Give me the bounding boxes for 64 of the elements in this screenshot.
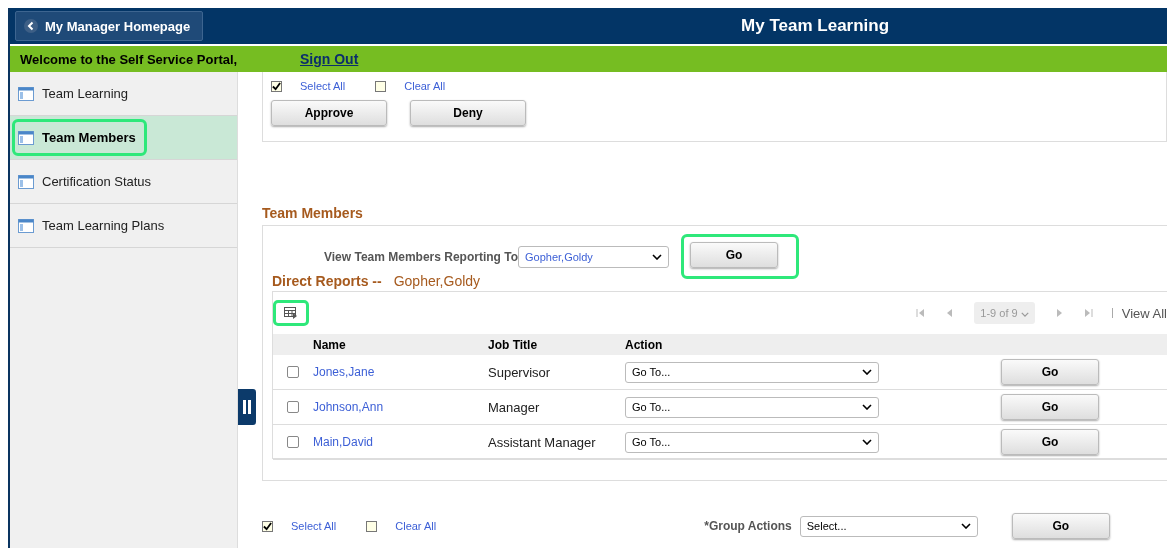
job-title-cell-text: Supervisor [488, 364, 552, 380]
sidebar-label: Team Learning Plans [42, 218, 165, 233]
back-button[interactable]: My Manager Homepage [15, 11, 204, 41]
select-all-link[interactable]: Select All [291, 520, 337, 532]
clear-all-link[interactable]: Clear All [395, 520, 437, 532]
welcome-text: Welcome to the Self Service Portal, [19, 51, 239, 67]
manager-name: Gopher,Goldy [393, 273, 481, 289]
sidebar-item[interactable]: Team Members [10, 116, 237, 160]
sidebar-label: Team Members [42, 130, 136, 145]
page-icon [18, 174, 34, 189]
go-button[interactable]: Go [1001, 429, 1099, 455]
caret-icon [1020, 312, 1029, 317]
go-button[interactable]: Go [1011, 513, 1110, 539]
group-actions-dropdown[interactable]: Select... [799, 515, 978, 537]
checkbox-icon[interactable] [271, 80, 282, 92]
last-page-icon[interactable] [1082, 308, 1093, 318]
go-button[interactable]: Go [1001, 359, 1099, 385]
caret-icon [862, 404, 872, 410]
collapse-handle[interactable] [238, 389, 256, 425]
page-icon [18, 218, 34, 233]
view-all-link[interactable]: View All [1121, 305, 1167, 321]
chevron-left-icon [24, 19, 38, 33]
column-header: Action [625, 337, 664, 352]
employee-name-link[interactable]: Jones,Jane [313, 365, 488, 379]
sidebar-label: Certification Status [42, 174, 152, 189]
page-icon [18, 130, 34, 145]
deny-button[interactable]: Deny [410, 100, 526, 126]
select-all-link[interactable]: Select All [300, 80, 346, 92]
column-header: Name [313, 337, 347, 352]
employee-name-link[interactable]: Main,David [313, 435, 488, 449]
sidebar-item[interactable]: Certification Status [10, 160, 237, 204]
job-title-cell-text: Manager [488, 399, 541, 415]
checkbox-icon[interactable] [366, 520, 378, 532]
row-checkbox[interactable] [287, 366, 299, 378]
sidebar-label: Team Learning [42, 86, 128, 101]
caret-icon [862, 439, 872, 445]
checkbox-icon[interactable] [262, 520, 273, 532]
action-dropdown[interactable]: Go To... [625, 396, 879, 418]
reporting-to-label: View Team Members Reporting To [324, 249, 518, 264]
action-dropdown[interactable]: Go To... [625, 361, 879, 383]
group-actions-label: *Group Actions [704, 519, 792, 533]
row-checkbox[interactable] [287, 401, 299, 413]
grid-icon[interactable] [284, 307, 298, 319]
caret-icon [960, 523, 971, 529]
page-icon [18, 86, 34, 101]
reporting-to-dropdown[interactable]: Gopher,Goldy [518, 245, 669, 268]
job-title-cell-text: Assistant Manager [488, 434, 597, 450]
checkbox-icon[interactable] [375, 80, 387, 92]
caret-icon [862, 369, 872, 375]
sign-out-link[interactable]: Sign Out [300, 51, 359, 67]
go-button[interactable]: Go [690, 242, 778, 268]
first-page-icon[interactable] [916, 308, 927, 318]
sidebar-item[interactable]: Team Learning Plans [10, 204, 237, 248]
caret-icon [652, 253, 662, 260]
employee-name-link[interactable]: Johnson,Ann [313, 400, 488, 414]
direct-reports-label: Direct Reports -- [272, 273, 382, 289]
column-header: Job Title [488, 337, 539, 352]
section-heading: Team Members [262, 205, 364, 221]
go-button[interactable]: Go [1001, 394, 1099, 420]
row-checkbox[interactable] [287, 436, 299, 448]
approve-button[interactable]: Approve [271, 100, 387, 126]
page-title: My Team Learning [740, 16, 891, 36]
clear-all-link[interactable]: Clear All [404, 80, 446, 92]
action-dropdown[interactable]: Go To... [625, 431, 879, 453]
